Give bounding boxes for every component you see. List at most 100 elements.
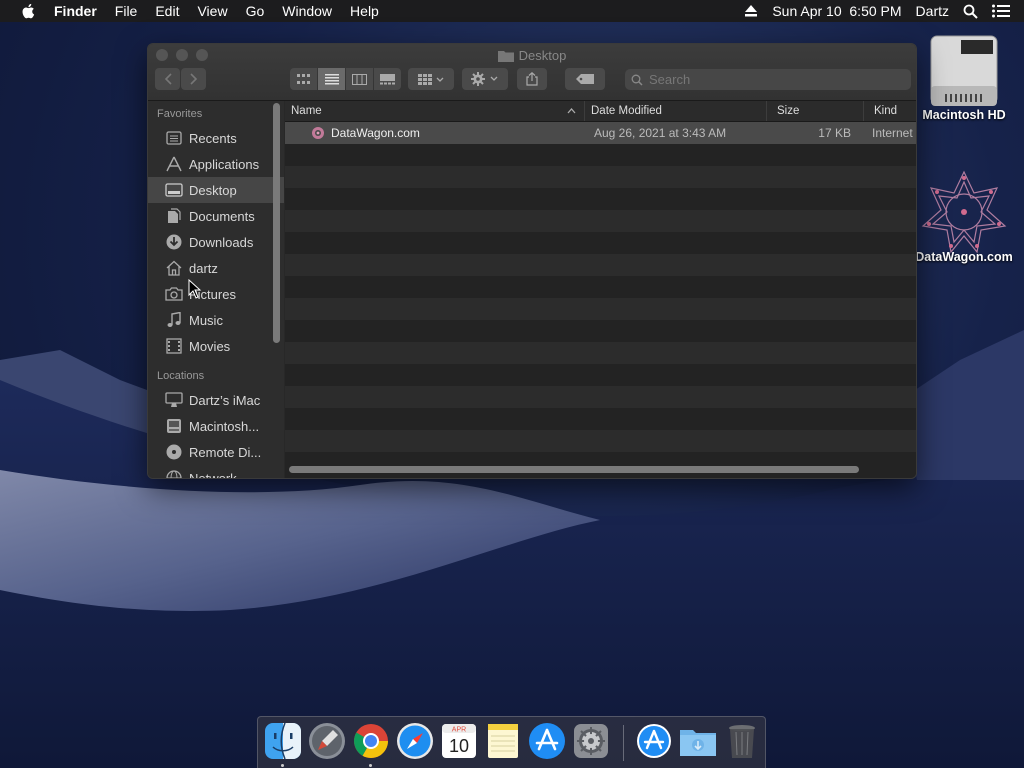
column-view-icon [352,73,367,85]
dock-separator [623,725,624,761]
view-list-button[interactable] [318,68,345,90]
menu-window[interactable]: Window [282,3,332,19]
sidebar-item-applications[interactable]: Applications [148,151,284,177]
forward-button[interactable] [181,68,206,90]
downloads-icon [165,233,183,251]
view-gallery-button[interactable] [374,68,401,90]
sidebar-item-label: Network [189,470,237,479]
sidebar-item-label: Desktop [189,182,237,198]
back-button[interactable] [155,68,180,90]
sidebar-item-network[interactable]: Network [148,465,284,479]
tag-icon [576,74,594,84]
disk-icon [165,417,183,435]
sidebar-item-movies[interactable]: Movies [148,333,284,359]
group-grid-icon [418,73,444,85]
dock-calendar[interactable]: APR 10 [439,721,479,761]
app-store-icon [529,723,565,759]
apple-menu-icon[interactable] [20,2,38,20]
dock-launchpad[interactable] [307,721,347,761]
group-by-button[interactable] [408,68,454,90]
dock-system-preferences[interactable] [571,721,611,761]
empty-row [285,408,916,430]
dock: APR 10 [257,716,766,768]
network-icon [165,469,183,478]
recents-icon [165,129,183,147]
sidebar-item-recents[interactable]: Recents [148,125,284,151]
dock-app-store[interactable] [527,721,567,761]
dock-chrome[interactable] [351,721,391,761]
system-preferences-icon [574,724,608,758]
sidebar-item-pictures[interactable]: Pictures [148,281,284,307]
documents-icon [165,207,183,225]
menu-app-name[interactable]: Finder [54,3,97,19]
horizontal-scrollbar[interactable] [289,466,912,474]
menu-go[interactable]: Go [246,3,265,19]
calendar-month: APR [452,727,466,734]
home-icon [165,259,183,277]
sidebar-item-imac[interactable]: Dartz’s iMac [148,387,284,413]
sidebar-item-documents[interactable]: Documents [148,203,284,229]
finder-icon [265,722,301,760]
notification-center-icon[interactable] [992,4,1010,18]
dock-downloads-stack[interactable] [678,721,718,761]
dock-safari[interactable] [395,721,435,761]
file-size: 17 KB [818,126,851,140]
window-title: Desktop [518,48,567,63]
file-date-modified: Aug 26, 2021 at 3:43 AM [594,126,727,140]
sidebar-item-macintosh[interactable]: Macintosh... [148,413,284,439]
column-header-kind[interactable]: Kind [864,101,916,121]
sidebar-scrollbar[interactable] [272,101,281,478]
column-header-date[interactable]: Date Modified [585,101,767,121]
dock-trash[interactable] [722,721,762,761]
empty-row [285,276,916,298]
menu-file[interactable]: File [115,3,138,19]
desktop-icon-label: Macintosh HD [922,108,1006,122]
internet-location-icon [921,170,1007,254]
menu-view[interactable]: View [197,3,227,19]
hard-drive-icon [930,35,998,106]
dock-finder[interactable] [263,721,303,761]
menu-edit[interactable]: Edit [155,3,179,19]
finder-window: Desktop Search Favorites Recents Applica… [147,43,917,479]
file-row-datawagon[interactable]: DataWagon.com Aug 26, 2021 at 3:43 AM 17… [285,122,916,144]
chevron-left-icon [164,73,172,85]
notes-icon [488,724,518,758]
column-header-size[interactable]: Size [767,101,864,121]
sidebar-item-downloads[interactable]: Downloads [148,229,284,255]
dock-notes[interactable] [483,721,523,761]
search-placeholder: Search [649,72,691,87]
launchpad-icon [309,723,345,759]
sidebar-item-remote-disc[interactable]: Remote Di... [148,439,284,465]
music-icon [165,311,183,329]
file-kind: Internet [872,126,913,140]
empty-row [285,232,916,254]
search-field[interactable]: Search [625,69,911,90]
empty-row [285,254,916,276]
sidebar-item-desktop[interactable]: Desktop [148,177,284,203]
share-button[interactable] [517,68,547,90]
view-column-button[interactable] [346,68,373,90]
view-icon-button[interactable] [290,68,317,90]
sidebar-item-music[interactable]: Music [148,307,284,333]
desktop-icon-macintosh-hd[interactable]: Macintosh HD [904,34,1024,122]
edit-tags-button[interactable] [565,68,605,90]
folder-icon [497,50,514,62]
file-name: DataWagon.com [331,126,420,140]
mouse-cursor [188,279,202,299]
menubar-clock[interactable]: Sun Apr 10 6:50 PM [772,3,901,19]
sidebar: Favorites Recents Applications Desktop D… [148,101,284,478]
dock-applications-stack[interactable] [634,721,674,761]
column-label: Size [777,105,800,117]
spotlight-search-icon[interactable] [963,4,978,19]
search-icon [631,74,643,86]
icon-view-icon [297,73,310,84]
column-header: Name Date Modified Size Kind [285,101,916,122]
eject-icon[interactable] [744,5,758,17]
menu-help[interactable]: Help [350,3,379,19]
column-header-name[interactable]: Name [285,101,585,121]
menubar-user[interactable]: Dartz [916,3,949,19]
desktop-icon-datawagon[interactable]: DataWagon.com [904,168,1024,264]
action-button[interactable] [462,68,508,90]
window-titlebar[interactable]: Desktop Search [148,44,916,101]
sidebar-item-home[interactable]: dartz [148,255,284,281]
